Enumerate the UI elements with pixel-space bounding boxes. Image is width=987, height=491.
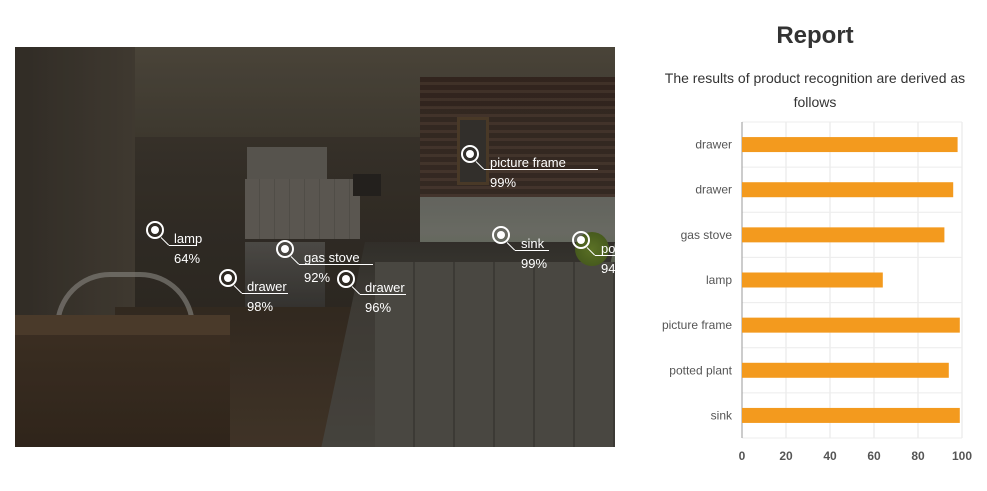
bar bbox=[742, 227, 945, 243]
detection-label: picture frame bbox=[490, 155, 566, 170]
detection-confidence: 64% bbox=[174, 251, 201, 266]
bar bbox=[742, 182, 954, 198]
x-tick-label: 20 bbox=[779, 449, 793, 463]
bar bbox=[742, 317, 960, 333]
detection-confidence: 98% bbox=[247, 299, 274, 314]
detection-label: sink bbox=[521, 236, 545, 251]
recognition-bar-chart: drawer drawer gas stove lamp picture frame po… bbox=[662, 121, 972, 463]
detection-label: gas stove bbox=[304, 250, 360, 265]
bar bbox=[742, 407, 960, 423]
detection-confidence: 99% bbox=[490, 175, 517, 190]
detection-confidence: 94 bbox=[601, 261, 615, 276]
detection-label: lamp bbox=[174, 231, 203, 246]
x-tick-label: 80 bbox=[911, 449, 925, 463]
category-label: gas stove bbox=[681, 228, 733, 242]
category-label: picture frame bbox=[662, 318, 732, 332]
bar bbox=[742, 272, 883, 288]
category-label: potted plant bbox=[669, 363, 732, 377]
detection-confidence: 96% bbox=[365, 300, 392, 315]
detection-label: drawer bbox=[247, 279, 287, 294]
bar bbox=[742, 362, 949, 378]
bar bbox=[742, 137, 958, 153]
x-tick-label: 60 bbox=[867, 449, 881, 463]
x-tick-label: 0 bbox=[739, 449, 746, 463]
x-tick-label: 40 bbox=[823, 449, 837, 463]
detection-label: po bbox=[601, 241, 615, 256]
report-title: Report bbox=[776, 22, 854, 49]
category-label: drawer bbox=[695, 183, 732, 197]
category-label: drawer bbox=[695, 138, 732, 152]
detection-confidence: 92% bbox=[304, 270, 331, 285]
scene-photo: lamp 64% drawer 98% gas stove 92% drawer… bbox=[15, 47, 615, 447]
detection-confidence: 99% bbox=[521, 256, 548, 271]
category-label: sink bbox=[711, 408, 733, 422]
detection-label: drawer bbox=[365, 280, 405, 295]
report-subtitle: The results of product recognition are d… bbox=[664, 70, 966, 110]
x-tick-label: 100 bbox=[952, 449, 972, 463]
category-label: lamp bbox=[706, 273, 732, 287]
